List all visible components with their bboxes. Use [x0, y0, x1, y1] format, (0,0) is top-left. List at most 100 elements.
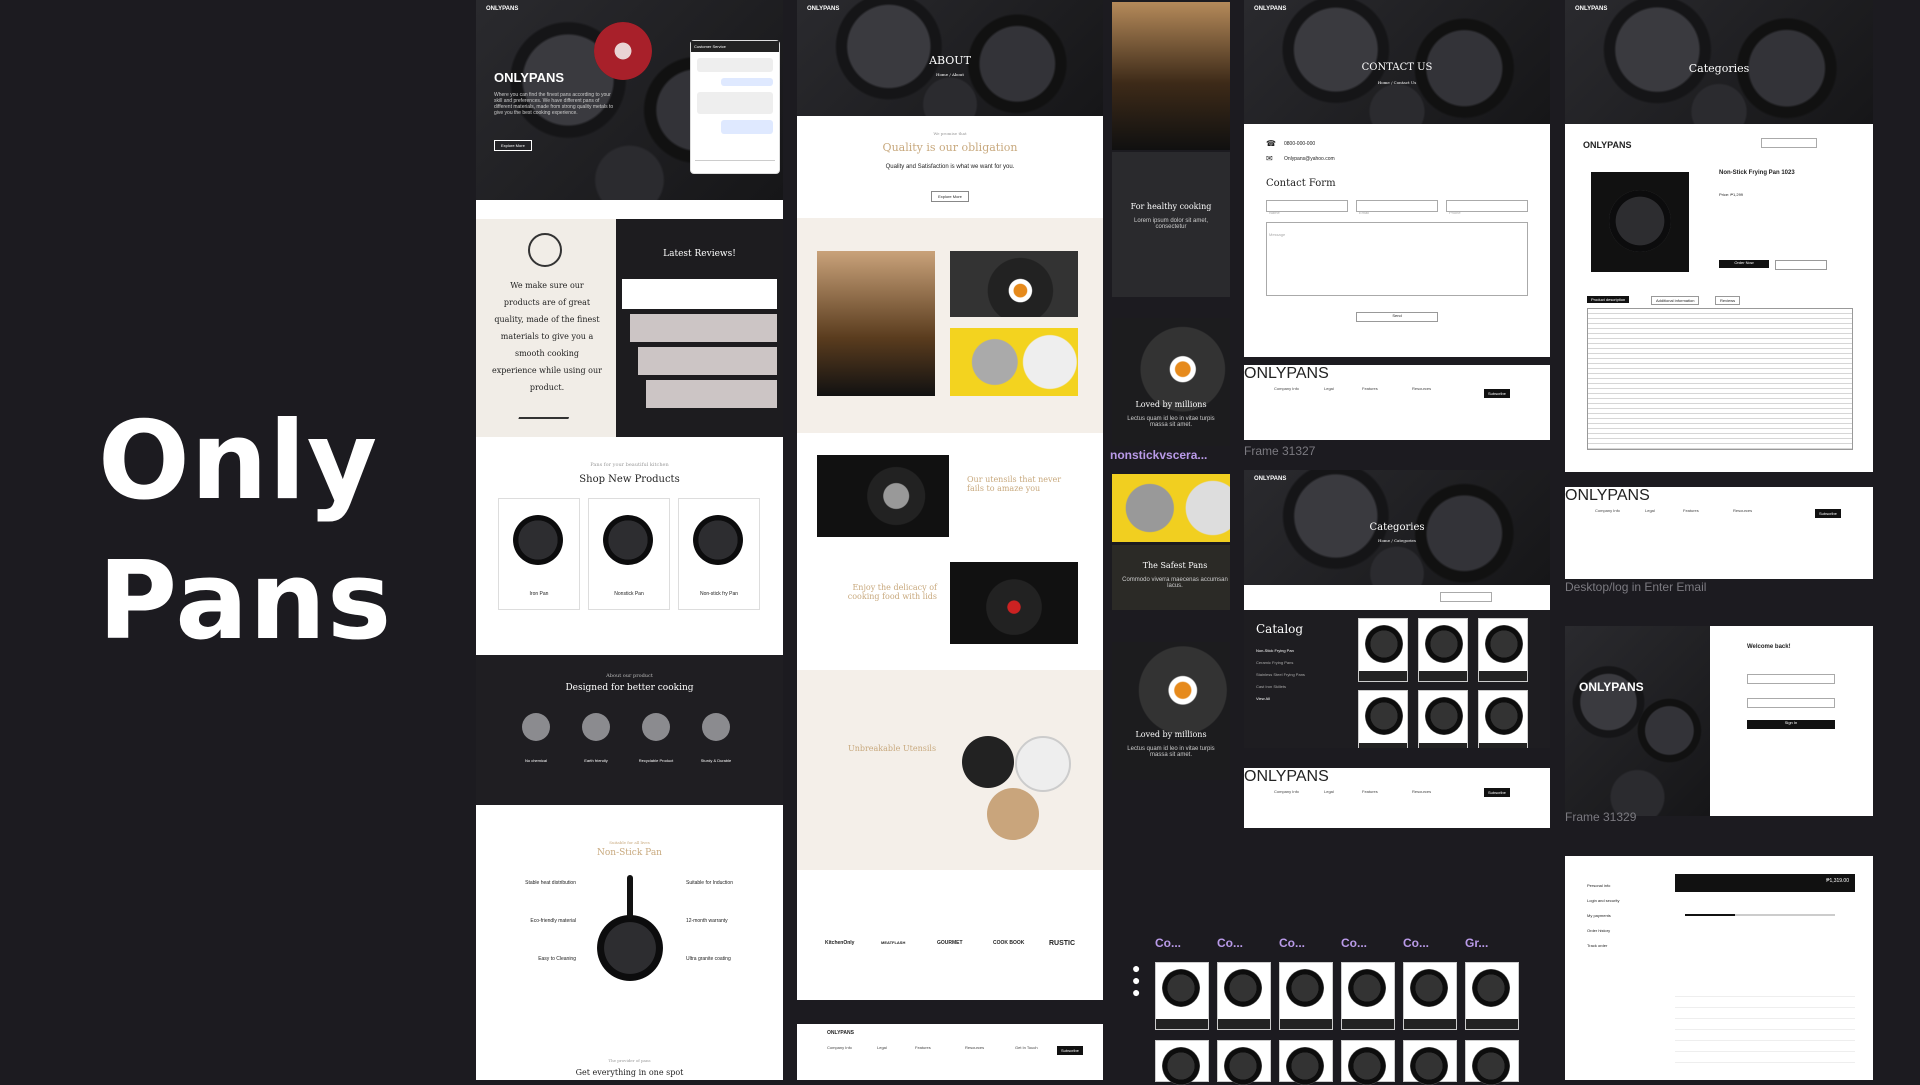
pan-image [1286, 969, 1324, 1007]
component-card[interactable] [1341, 962, 1395, 1030]
component-card[interactable] [1217, 962, 1271, 1030]
component-card[interactable] [1403, 962, 1457, 1030]
bottom-title: Get everything in one spot [575, 1068, 684, 1077]
component-card[interactable] [1155, 1040, 1209, 1085]
subscribe-button[interactable]: Subscribe [1484, 788, 1510, 797]
chat-input[interactable] [695, 160, 775, 169]
component-card[interactable] [1279, 1040, 1333, 1085]
nav-logo[interactable]: ONLYPANS [486, 6, 518, 12]
component-card[interactable] [1465, 1040, 1519, 1085]
price-bar [1479, 671, 1527, 681]
subscribe-button[interactable]: Subscribe [1057, 1046, 1083, 1055]
signature-image [518, 399, 576, 419]
component-card[interactable] [1403, 1040, 1457, 1085]
account-menu-item[interactable]: Personal info [1587, 883, 1610, 888]
catalog-item[interactable]: Non-Stick Frying Pan [1256, 648, 1294, 653]
nav-logo[interactable]: ONLYPANS [1254, 476, 1286, 482]
feature-icon [642, 713, 670, 741]
catalog-item[interactable]: Ceramic Frying Pans [1256, 660, 1293, 665]
quote-logo-icon [528, 233, 562, 267]
more-options-icon[interactable]: ● ● ● [1132, 961, 1142, 1002]
subscribe-button[interactable]: Subscribe [1815, 509, 1841, 518]
footer-col: Company Info [1274, 789, 1299, 794]
catalog-product[interactable] [1418, 690, 1468, 754]
quality-explore-button[interactable]: Explore More [931, 191, 969, 202]
catalog-item[interactable]: Cast Iron Skillets [1256, 684, 1286, 689]
nav-logo[interactable]: ONLYPANS [1575, 6, 1607, 12]
plate-image [962, 736, 1014, 788]
brand-logo: MEATFLASH [881, 940, 906, 945]
search-input[interactable] [1440, 592, 1492, 602]
nonstick-handle [627, 875, 633, 919]
sign-in-button[interactable]: Sign In [1747, 720, 1835, 729]
account-menu-item[interactable]: Track order [1587, 943, 1607, 948]
name-field[interactable]: Name [1266, 200, 1348, 215]
component-card[interactable] [1217, 1040, 1271, 1085]
component-card[interactable] [1465, 962, 1519, 1030]
order-line [1675, 986, 1855, 1066]
account-menu-item[interactable]: Login and security [1587, 898, 1619, 903]
yellow-tile-photo [1112, 474, 1230, 542]
review-card[interactable] [630, 314, 777, 342]
order-header: ₱1,319.00 [1675, 874, 1855, 892]
account-menu-item[interactable]: My payments [1587, 913, 1611, 918]
tile-text: Lectus quam id leo in vitae turpis massa… [1127, 416, 1215, 428]
explore-more-button[interactable]: Explore More [494, 140, 532, 151]
review-card[interactable] [638, 347, 777, 375]
phone-placeholder: Phone [1449, 210, 1461, 215]
login-password-field[interactable] [1747, 698, 1835, 708]
pan-image [1472, 1047, 1510, 1085]
review-card[interactable] [622, 279, 777, 309]
product-hero-title: Categories [1688, 62, 1750, 75]
tab[interactable]: Additional information [1651, 296, 1700, 305]
component-label[interactable]: Co... [1403, 936, 1429, 950]
account-nav [1565, 836, 1873, 856]
catalog-product[interactable] [1358, 690, 1408, 754]
customer-service-chat[interactable]: Customer Service [690, 40, 780, 174]
pan-image [1224, 1047, 1262, 1085]
footer-col: Resources [1412, 789, 1432, 794]
product-card[interactable]: Non-stick fry Pan [678, 498, 760, 610]
nav-logo[interactable]: ONLYPANS [807, 6, 839, 12]
nav-logo[interactable]: ONLYPANS [1254, 6, 1286, 12]
component-card[interactable] [1341, 1040, 1395, 1085]
product-card[interactable]: Nonstick Pan [588, 498, 670, 610]
message-field[interactable]: Message [1266, 222, 1528, 296]
component-card[interactable] [1279, 962, 1333, 1030]
email-field[interactable]: Email [1356, 200, 1438, 215]
wishlist-button[interactable] [1775, 260, 1827, 270]
phone-field[interactable]: Phone [1446, 200, 1528, 215]
component-label[interactable]: Co... [1279, 936, 1305, 950]
home-nav: ONLYPANS [476, 0, 783, 18]
catalog-item[interactable]: Stainless Steel Frying Pans [1256, 672, 1305, 677]
component-label[interactable]: nonstickvscera... [1110, 448, 1207, 462]
order-now-button[interactable]: Order Now [1719, 260, 1769, 268]
tab[interactable]: Reviews [1715, 296, 1741, 305]
component-label[interactable]: Co... [1155, 936, 1181, 950]
send-button[interactable]: Send [1356, 312, 1438, 322]
quality-button-wrap: Explore More [797, 185, 1103, 203]
product-search-input[interactable] [1761, 138, 1817, 148]
component-label[interactable]: Co... [1341, 936, 1367, 950]
catalog-product[interactable] [1478, 690, 1528, 754]
component-label[interactable]: Co... [1217, 936, 1243, 950]
component-label[interactable]: Gr... [1465, 936, 1488, 950]
feature-icon [702, 713, 730, 741]
catalog-product[interactable] [1358, 618, 1408, 682]
categories-hero: ONLYPANS Categories Home / Categories [1244, 470, 1550, 585]
product-card[interactable]: Iron Pan [498, 498, 580, 610]
view-all-link[interactable]: View All [1256, 696, 1270, 701]
pan-image [1410, 969, 1448, 1007]
account-menu-item[interactable]: Order history [1587, 928, 1610, 933]
review-card[interactable] [646, 380, 777, 408]
utensils-photo [817, 455, 949, 537]
home-page-frame: ONLYPANS ONLYPANS Where you can find the… [476, 0, 783, 1080]
contact-page-frame: ONLYPANS CONTACT US Home / Contact Us ☎ … [1244, 0, 1550, 440]
tab[interactable]: Product description [1587, 296, 1630, 303]
catalog-product[interactable] [1478, 618, 1528, 682]
component-card[interactable] [1155, 962, 1209, 1030]
price-bar [1359, 671, 1407, 681]
catalog-product[interactable] [1418, 618, 1468, 682]
login-email-field[interactable] [1747, 674, 1835, 684]
subscribe-button[interactable]: Subscribe [1484, 389, 1510, 398]
